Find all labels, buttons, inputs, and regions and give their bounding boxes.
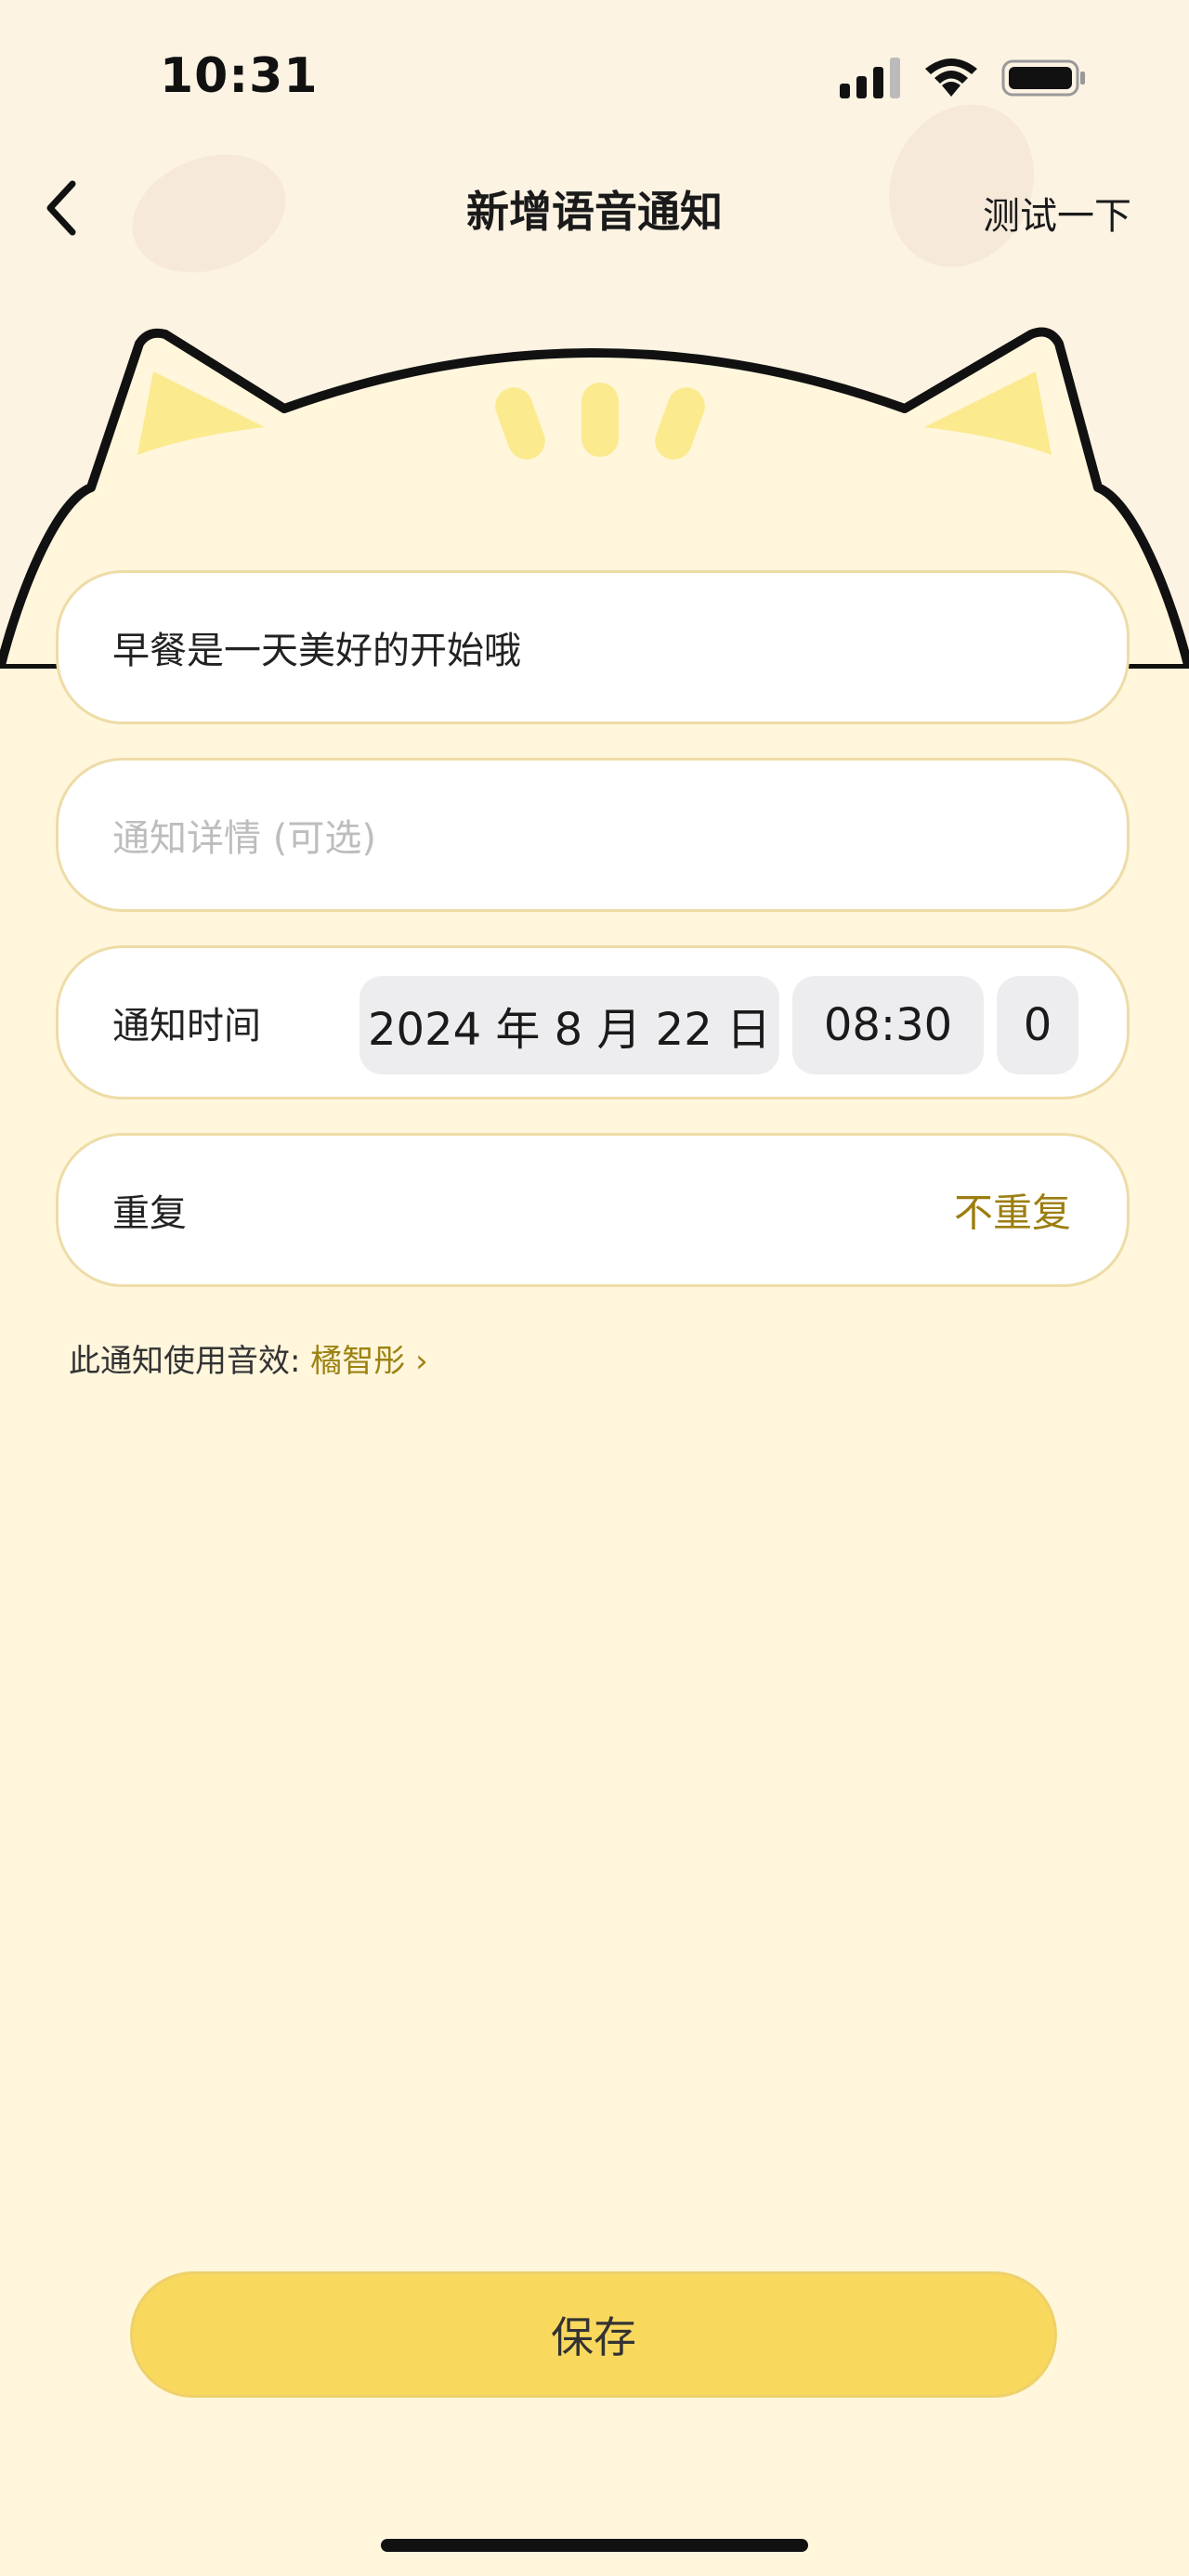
date-picker[interactable]: 2024 年 8 月 22 日 [359,976,779,1074]
sound-effect-row: 此通知使用音效: 橘智彤 › [69,1335,428,1381]
cellular-signal-icon [840,58,900,98]
status-time: 10:31 [160,48,319,104]
sound-effect-link[interactable]: 橘智彤 › [310,1343,427,1380]
detail-field-placeholder: 通知详情 (可选) [112,817,376,860]
sound-effect-name: 橘智彤 [310,1343,406,1380]
extra-picker[interactable]: 0 [997,976,1078,1074]
repeat-row[interactable]: 重复 不重复 [56,1133,1130,1287]
sound-effect-label: 此通知使用音效: [69,1343,311,1380]
chevron-right-icon: › [415,1343,428,1380]
notify-time-label: 通知时间 [112,1005,261,1047]
title-field[interactable]: 早餐是一天美好的开始哦 [56,570,1130,724]
time-picker[interactable]: 08:30 [792,976,984,1074]
notify-time-row: 通知时间 2024 年 8 月 22 日 08:30 0 [56,945,1130,1099]
detail-field[interactable]: 通知详情 (可选) [56,758,1130,912]
title-field-value: 早餐是一天美好的开始哦 [112,630,521,672]
battery-icon [1001,59,1085,97]
repeat-label: 重复 [112,1192,187,1235]
test-button[interactable]: 测试一下 [983,186,1131,240]
home-indicator [381,2539,808,2552]
status-bar: 10:31 [0,0,1189,158]
wifi-icon [925,59,977,97]
navigation-bar: 新增语音通知 测试一下 [0,158,1189,260]
repeat-value: 不重复 [953,1190,1071,1236]
save-button[interactable]: 保存 [130,2271,1057,2398]
